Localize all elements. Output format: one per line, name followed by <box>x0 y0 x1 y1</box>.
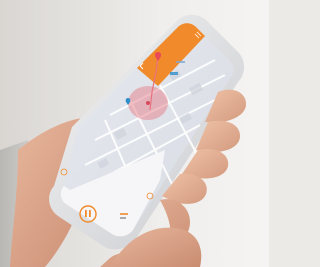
hands-holding-phone <box>0 14 246 267</box>
right-status-subtext <box>120 217 126 219</box>
map-poi-label <box>170 72 178 75</box>
photo-scene <box>0 0 269 267</box>
right-status-text <box>120 213 128 215</box>
zone-center-marker <box>146 101 150 105</box>
map-poi-label-2 <box>176 61 185 63</box>
